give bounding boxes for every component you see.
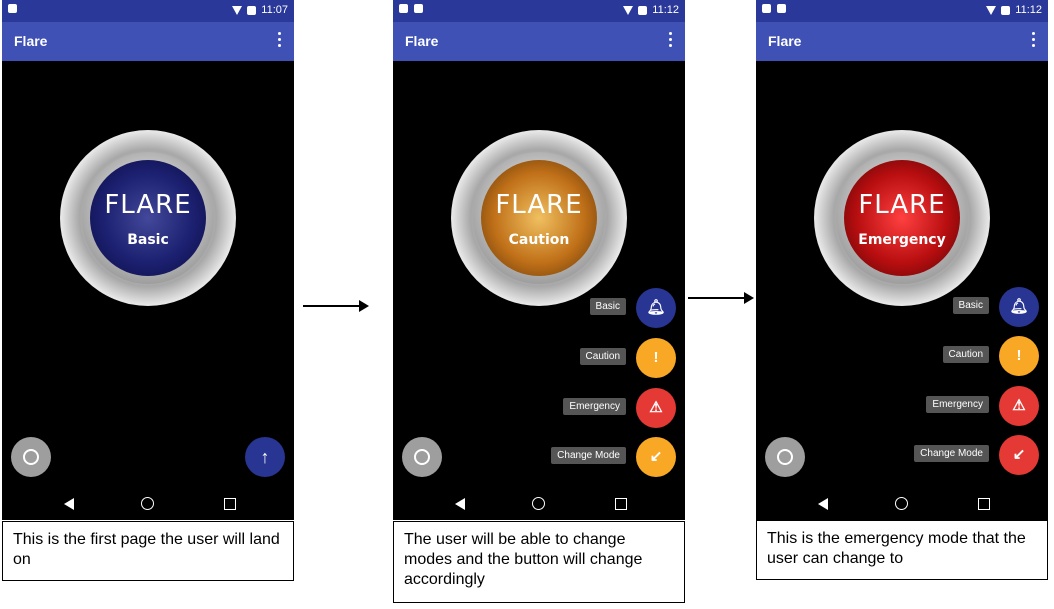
flare-label: FLARE bbox=[858, 190, 946, 220]
arrow-down-left-icon[interactable]: ↙ bbox=[999, 435, 1039, 475]
exclamation-icon[interactable]: ! bbox=[999, 336, 1039, 376]
flare-button-core: FLARE Caution bbox=[481, 160, 597, 276]
flow-arrow bbox=[688, 292, 754, 304]
history-button[interactable] bbox=[402, 437, 442, 477]
menu-item-label: Change Mode bbox=[551, 447, 626, 464]
recents-icon[interactable] bbox=[978, 498, 990, 510]
battery-icon bbox=[1001, 5, 1011, 15]
warning-icon[interactable]: ⚠ bbox=[636, 388, 676, 428]
history-icon bbox=[414, 449, 430, 465]
flare-button[interactable]: FLARE Emergency bbox=[814, 130, 990, 306]
android-icon bbox=[8, 4, 17, 13]
menu-item-label: Caution bbox=[579, 348, 626, 365]
history-icon bbox=[777, 449, 793, 465]
flare-label: FLARE bbox=[104, 190, 192, 220]
status-bar: 11:12 bbox=[393, 0, 685, 22]
flare-button-core: FLARE Emergency bbox=[844, 160, 960, 276]
arrow-down-left-icon[interactable]: ↙ bbox=[636, 437, 676, 477]
battery-icon bbox=[247, 5, 257, 15]
back-icon[interactable] bbox=[64, 498, 74, 510]
menu-item-label: Caution bbox=[942, 346, 989, 363]
caption-basic: This is the first page the user will lan… bbox=[2, 521, 294, 581]
menu-item-label: Emergency bbox=[563, 398, 626, 415]
phone-screen-caution: 11:12 Flare FLARE Caution Basic 🔔︎ Cauti… bbox=[393, 0, 685, 520]
mode-label: Emergency bbox=[858, 232, 946, 248]
phone-screen-basic: 11:07 Flare FLARE Basic ↑ bbox=[2, 0, 294, 520]
status-bar: 11:12 bbox=[756, 0, 1048, 22]
flare-button[interactable]: FLARE Basic bbox=[60, 130, 236, 306]
caption-caution: The user will be able to change modes an… bbox=[393, 521, 685, 603]
mode-label: Basic bbox=[127, 232, 169, 248]
image-icon bbox=[762, 4, 771, 13]
status-bar: 11:07 bbox=[2, 0, 294, 22]
flare-button[interactable]: FLARE Caution bbox=[451, 130, 627, 306]
flare-label: FLARE bbox=[495, 190, 583, 220]
change-mode-fab[interactable]: ↑ bbox=[245, 437, 285, 477]
back-icon[interactable] bbox=[818, 498, 828, 510]
app-title: Flare bbox=[768, 33, 802, 49]
nav-bar bbox=[2, 492, 294, 518]
history-button[interactable] bbox=[765, 437, 805, 477]
status-time: 11:12 bbox=[652, 4, 679, 16]
image-icon bbox=[399, 4, 408, 13]
overflow-menu-icon[interactable] bbox=[1032, 32, 1036, 50]
mode-label: Caution bbox=[508, 232, 570, 248]
phone-screen-emergency: 11:12 Flare FLARE Emergency Basic 🔔︎ Cau… bbox=[756, 0, 1048, 520]
app-title: Flare bbox=[405, 33, 439, 49]
app-bar: Flare bbox=[2, 22, 294, 61]
warning-icon[interactable]: ⚠ bbox=[999, 386, 1039, 426]
android-icon bbox=[414, 4, 423, 13]
menu-item-label: Emergency bbox=[926, 396, 989, 413]
bell-icon[interactable]: 🔔︎ bbox=[999, 287, 1039, 327]
wifi-icon bbox=[986, 5, 997, 15]
bell-icon[interactable]: 🔔︎ bbox=[636, 288, 676, 328]
back-icon[interactable] bbox=[455, 498, 465, 510]
arrow-up-icon: ↑ bbox=[260, 447, 270, 467]
caption-emergency: This is the emergency mode that the user… bbox=[756, 520, 1048, 580]
exclamation-icon[interactable]: ! bbox=[636, 338, 676, 378]
nav-bar bbox=[756, 492, 1048, 518]
app-bar: Flare bbox=[393, 22, 685, 61]
home-icon[interactable] bbox=[532, 497, 545, 510]
flare-button-core: FLARE Basic bbox=[90, 160, 206, 276]
recents-icon[interactable] bbox=[615, 498, 627, 510]
menu-item-label: Basic bbox=[589, 298, 626, 315]
overflow-menu-icon[interactable] bbox=[278, 32, 282, 50]
status-time: 11:12 bbox=[1015, 4, 1042, 16]
menu-item-label: Basic bbox=[952, 297, 989, 314]
home-icon[interactable] bbox=[141, 497, 154, 510]
flow-arrow bbox=[303, 300, 369, 312]
battery-icon bbox=[638, 5, 648, 15]
history-icon bbox=[23, 449, 39, 465]
history-button[interactable] bbox=[11, 437, 51, 477]
nav-bar bbox=[393, 492, 685, 518]
overflow-menu-icon[interactable] bbox=[669, 32, 673, 50]
wifi-icon bbox=[623, 5, 634, 15]
android-icon bbox=[777, 4, 786, 13]
recents-icon[interactable] bbox=[224, 498, 236, 510]
app-title: Flare bbox=[14, 33, 48, 49]
home-icon[interactable] bbox=[895, 497, 908, 510]
status-time: 11:07 bbox=[261, 4, 288, 16]
menu-item-label: Change Mode bbox=[914, 445, 989, 462]
app-bar: Flare bbox=[756, 22, 1048, 61]
wifi-icon bbox=[232, 5, 243, 15]
